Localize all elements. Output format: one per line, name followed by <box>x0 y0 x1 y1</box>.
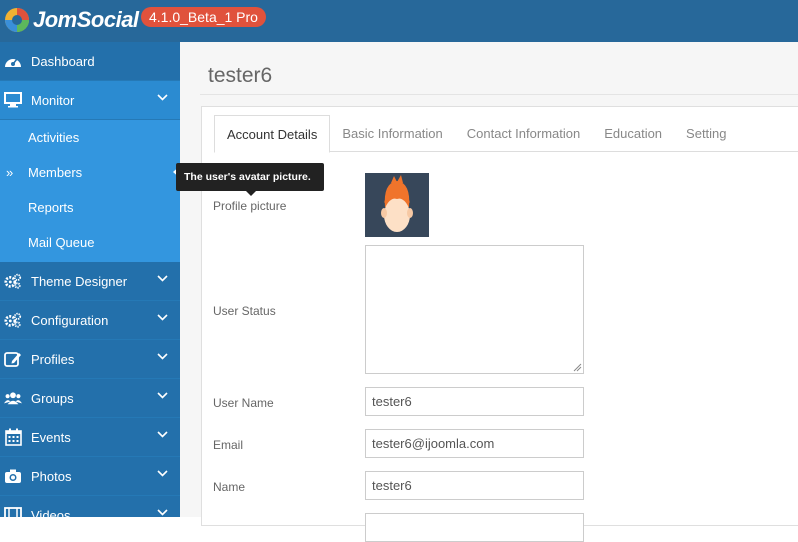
gears-icon <box>4 311 22 329</box>
sidebar-item-label: Monitor <box>31 92 75 108</box>
main-content: tester6 Account Details Basic Informatio… <box>180 42 798 542</box>
tab-education[interactable]: Education <box>592 115 674 152</box>
sidebar-subitem-members[interactable]: » Members <box>0 155 180 190</box>
tab-contact-information[interactable]: Contact Information <box>455 115 592 152</box>
sidebar-item-theme-designer[interactable]: Theme Designer <box>0 262 180 301</box>
sidebar-item-label: Configuration <box>31 312 109 328</box>
sidebar-item-label: Events <box>31 429 71 445</box>
sidebar-subitem-mail-queue[interactable]: Mail Queue <box>0 225 180 260</box>
logo-text: JomSocial <box>33 7 139 32</box>
version-badge: 4.1.0_Beta_1 Pro <box>141 7 266 27</box>
user-status-textarea[interactable] <box>365 245 584 374</box>
chevron-down-icon[interactable] <box>157 509 168 516</box>
sidebar: Dashboard Monitor Activities » Members R… <box>0 42 180 517</box>
tab-basic-information[interactable]: Basic Information <box>330 115 454 152</box>
users-icon <box>4 389 22 407</box>
gears-icon <box>4 272 22 290</box>
name-field[interactable]: tester6 <box>365 471 584 500</box>
camera-icon <box>4 467 22 485</box>
tab-bar: Account Details Basic Information Contac… <box>214 115 798 153</box>
chevron-down-icon[interactable] <box>157 392 168 399</box>
jomsocial-logo[interactable]: JomSocial <box>4 6 139 34</box>
sidebar-item-configuration[interactable]: Configuration <box>0 301 180 340</box>
username-label: User Name <box>213 396 274 410</box>
user-status-label: User Status <box>213 304 276 318</box>
chevron-up-icon[interactable] <box>157 94 168 101</box>
active-bullet-icon: » <box>6 165 14 180</box>
page-title: tester6 <box>208 64 273 87</box>
film-icon <box>4 506 22 517</box>
sidebar-item-profiles[interactable]: Profiles <box>0 340 180 379</box>
monitor-icon <box>4 91 22 109</box>
avatar[interactable] <box>365 173 429 237</box>
sidebar-subitem-label: Mail Queue <box>28 235 95 250</box>
avatar-tooltip: The user's avatar picture. <box>176 163 324 191</box>
chevron-down-icon[interactable] <box>157 275 168 282</box>
sidebar-item-label: Videos <box>31 507 71 518</box>
chevron-down-icon[interactable] <box>157 353 168 360</box>
sidebar-item-monitor[interactable]: Monitor <box>0 81 180 120</box>
user-avatar-image <box>365 173 429 237</box>
tooltip-arrow <box>246 191 256 196</box>
sidebar-subitem-label: Reports <box>28 200 74 215</box>
sidebar-item-videos[interactable]: Videos <box>0 496 180 517</box>
chevron-down-icon[interactable] <box>157 470 168 477</box>
top-bar: JomSocial 4.1.0_Beta_1 Pro <box>0 0 798 42</box>
username-field[interactable]: tester6 <box>365 387 584 416</box>
tab-account-details[interactable]: Account Details <box>214 115 331 153</box>
email-label: Email <box>213 438 244 452</box>
sidebar-item-dashboard[interactable]: Dashboard <box>0 42 180 81</box>
resize-handle-icon[interactable] <box>572 362 582 372</box>
sidebar-item-label: Groups <box>31 390 74 406</box>
sidebar-item-events[interactable]: Events <box>0 418 180 457</box>
next-field[interactable] <box>365 513 584 542</box>
sidebar-item-label: Dashboard <box>31 53 95 69</box>
sidebar-subitem-label: Activities <box>28 130 80 145</box>
sidebar-item-photos[interactable]: Photos <box>0 457 180 496</box>
sidebar-item-label: Theme Designer <box>31 273 128 289</box>
monitor-submenu: Activities » Members Reports Mail Queue <box>0 120 180 262</box>
sidebar-subitem-label: Members <box>28 165 83 180</box>
tab-setting[interactable]: Setting <box>674 115 738 152</box>
sidebar-subitem-activities[interactable]: Activities <box>0 120 180 155</box>
sidebar-item-label: Profiles <box>31 351 75 367</box>
chevron-down-icon[interactable] <box>157 431 168 438</box>
logo-swirl-icon <box>5 8 29 32</box>
calendar-icon <box>4 428 22 446</box>
sidebar-item-label: Photos <box>31 468 72 484</box>
sidebar-subitem-reports[interactable]: Reports <box>0 190 180 225</box>
email-field[interactable]: tester6@ijoomla.com <box>365 429 584 458</box>
edit-icon <box>4 350 22 368</box>
chevron-down-icon[interactable] <box>157 314 168 321</box>
title-divider <box>200 94 798 95</box>
dashboard-icon <box>4 52 22 70</box>
name-label: Name <box>213 480 246 494</box>
sidebar-item-groups[interactable]: Groups <box>0 379 180 418</box>
profile-picture-label: Profile picture <box>213 199 287 213</box>
